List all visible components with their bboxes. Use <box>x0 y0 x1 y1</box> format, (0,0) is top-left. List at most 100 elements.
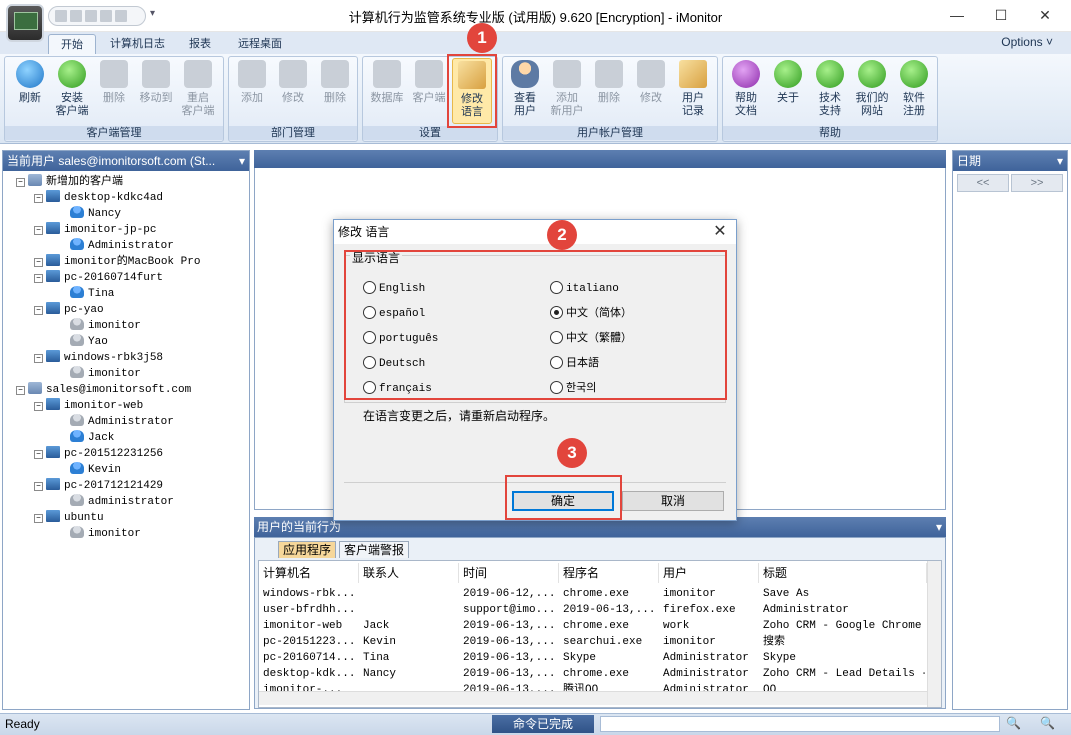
table-row[interactable]: imonitor-web Jack 2019-06-13,... chrome.exe… <box>259 618 927 634</box>
table-cell: 2019-06-13,... <box>463 668 556 680</box>
tree-node[interactable]: Administrator <box>70 414 174 430</box>
dialog-close-button[interactable]: ✕ <box>708 220 732 244</box>
column-header[interactable]: 用户 <box>659 563 759 583</box>
collapse-toggle-icon[interactable]: − <box>34 450 43 459</box>
about-button[interactable]: 关于 <box>768 60 808 105</box>
collapse-toggle-icon[interactable]: − <box>34 514 43 523</box>
tree-node[interactable]: imonitor <box>70 526 141 542</box>
register-button[interactable]: 软件 注册 <box>894 60 934 118</box>
collapse-toggle-icon[interactable]: − <box>34 274 43 283</box>
chevron-down-icon[interactable]: ▾ <box>1057 151 1063 171</box>
table-cell: Save As <box>763 588 810 600</box>
network-icon <box>28 382 42 394</box>
minimize-button[interactable]: — <box>934 2 980 28</box>
tab-reports[interactable]: 报表 <box>177 34 223 54</box>
tree-node[interactable]: − ubuntu <box>34 510 104 526</box>
tree-node[interactable]: − 新增加的客户端 <box>16 174 123 190</box>
chevron-down-icon[interactable]: ▾ <box>239 151 245 171</box>
tree-node[interactable]: Yao <box>70 334 108 350</box>
add-dept-button[interactable]: 添加 <box>232 60 272 105</box>
options-menu[interactable]: Options ˅ <box>1001 35 1053 49</box>
table-row[interactable]: user-bfrdhh... support@imo... 2019-06-13,.… <box>259 602 927 618</box>
collapse-toggle-icon[interactable]: − <box>34 482 43 491</box>
client-settings-button[interactable]: 客户端 <box>409 60 449 105</box>
delete-client-button[interactable]: 删除 <box>94 60 134 105</box>
tab-computer-log[interactable]: 计算机日志 <box>98 34 177 54</box>
tab-applications[interactable]: 应用程序 <box>278 541 337 558</box>
collapse-toggle-icon[interactable]: − <box>16 178 25 187</box>
help-docs-button[interactable]: 帮助 文档 <box>726 60 766 118</box>
maximize-button[interactable]: ☐ <box>978 2 1024 28</box>
collapse-toggle-icon[interactable]: − <box>34 226 43 235</box>
computer-icon <box>46 478 60 490</box>
tree-node[interactable]: − imonitor-web <box>34 398 143 414</box>
tab-client-alerts[interactable]: 客户端警报 <box>339 541 410 558</box>
tree-node[interactable]: − pc-20160714furt <box>34 270 163 286</box>
column-header[interactable]: 程序名 <box>559 563 659 583</box>
add-user-button[interactable]: 添加 新用户 <box>547 60 587 118</box>
table-row[interactable]: desktop-kdk... Nancy 2019-06-13,... chrome.… <box>259 666 927 682</box>
move-to-button[interactable]: 移动到 <box>136 60 176 105</box>
activity-table[interactable]: 计算机名 联系人 时间 程序名 用户 标题 windows-rbk... 2019… <box>258 560 942 708</box>
table-cell: 2019-06-13,... <box>463 636 556 648</box>
collapse-toggle-icon[interactable]: − <box>34 258 43 267</box>
tree-node[interactable]: − desktop-kdkc4ad <box>34 190 163 206</box>
tree-node[interactable]: Jack <box>70 430 114 446</box>
tree-node[interactable]: − pc-yao <box>34 302 104 318</box>
tree-node[interactable]: − pc-201712121429 <box>34 478 163 494</box>
zoom-in-icon[interactable]: 🔍 <box>1040 716 1068 732</box>
tree-node[interactable]: − windows-rbk3j58 <box>34 350 163 366</box>
edit-dept-button[interactable]: 修改 <box>273 60 313 105</box>
users-icon <box>511 60 539 88</box>
table-row[interactable]: pc-20151223... Kevin 2019-06-13,... searchu… <box>259 634 927 650</box>
app-logo-icon[interactable] <box>6 4 44 42</box>
view-users-button[interactable]: 查看 用户 <box>505 60 545 118</box>
user-records-button[interactable]: 用户 记录 <box>673 60 713 118</box>
tree-node[interactable]: Kevin <box>70 462 121 478</box>
tree-node[interactable]: imonitor <box>70 366 141 382</box>
collapse-toggle-icon[interactable]: − <box>34 354 43 363</box>
collapse-toggle-icon[interactable]: − <box>16 386 25 395</box>
collapse-toggle-icon[interactable]: − <box>34 306 43 315</box>
tree-node[interactable]: Administrator <box>70 238 174 254</box>
tree-node[interactable]: Tina <box>70 286 114 302</box>
column-header[interactable]: 时间 <box>459 563 559 583</box>
tab-start[interactable]: 开始 <box>48 34 96 54</box>
tree-node[interactable]: Nancy <box>70 206 121 222</box>
horizontal-scrollbar[interactable] <box>259 691 927 705</box>
tree-node[interactable]: − sales@imonitorsoft.com <box>16 382 191 398</box>
tree-node[interactable]: − pc-201512231256 <box>34 446 163 462</box>
client-tree[interactable]: − 新增加的客户端 − desktop-kdkc4ad Nancy − imonitor-j… <box>2 172 247 708</box>
delete-dept-button[interactable]: 删除 <box>315 60 355 105</box>
chevron-down-icon[interactable]: ▾ <box>936 517 942 537</box>
tech-support-button[interactable]: 技术 支持 <box>810 60 850 118</box>
website-button[interactable]: 我们的 网站 <box>852 60 892 118</box>
collapse-toggle-icon[interactable]: − <box>34 194 43 203</box>
restart-client-button[interactable]: 重启 客户端 <box>178 60 218 118</box>
collapse-toggle-icon[interactable]: − <box>34 402 43 411</box>
database-button[interactable]: 数据库 <box>367 60 407 105</box>
zoom-out-icon[interactable]: 🔍 <box>1006 716 1034 732</box>
column-header[interactable]: 计算机名 <box>259 563 359 583</box>
column-header[interactable]: 标题 <box>759 563 927 583</box>
table-row[interactable]: windows-rbk... 2019-06-12,... chrome.exe im… <box>259 586 927 602</box>
cancel-button[interactable]: 取消 <box>622 491 724 511</box>
vertical-scrollbar[interactable] <box>927 561 941 707</box>
refresh-button[interactable]: 刷新 <box>10 60 50 105</box>
delete-user-button[interactable]: 删除 <box>589 60 629 105</box>
tree-node[interactable]: imonitor <box>70 318 141 334</box>
close-button[interactable]: ✕ <box>1022 2 1068 28</box>
column-header[interactable]: 联系人 <box>359 563 459 583</box>
table-cell: Administrator <box>663 668 749 680</box>
current-user-header[interactable]: 当前用户 sales@imonitorsoft.com (St... ▾ <box>3 151 249 171</box>
tree-node[interactable]: administrator <box>70 494 174 510</box>
tab-remote-desktop[interactable]: 远程桌面 <box>226 34 294 54</box>
edit-user-button[interactable]: 修改 <box>631 60 671 105</box>
table-cell: Kevin <box>363 636 397 648</box>
tree-node[interactable]: − imonitor的MacBook Pro <box>34 254 200 270</box>
prev-date-button[interactable]: << <box>957 174 1009 192</box>
table-row[interactable]: pc-20160714... Tina 2019-06-13,... Skype Adm… <box>259 650 927 666</box>
next-date-button[interactable]: >> <box>1011 174 1063 192</box>
install-client-button[interactable]: 安装 客户端 <box>52 60 92 118</box>
tree-node[interactable]: − imonitor-jp-pc <box>34 222 156 238</box>
